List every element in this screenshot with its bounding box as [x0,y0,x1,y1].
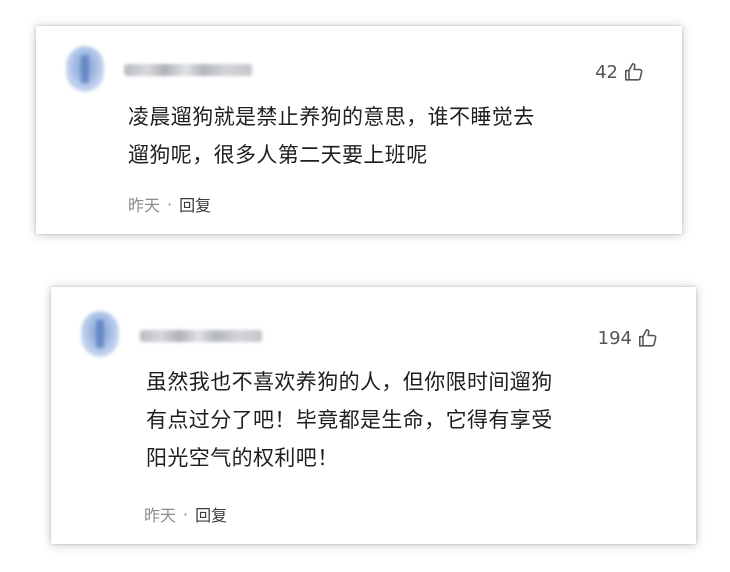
comment-meta: 昨天 · 回复 [128,192,211,216]
comment-text: 凌晨遛狗就是禁止养狗的意思，谁不睡觉去 遛狗呢，很多人第二天要上班呢 [128,98,535,174]
reply-button[interactable]: 回复 [195,502,227,526]
comment-line: 遛狗呢，很多人第二天要上班呢 [128,143,428,167]
comment-line: 有点过分了吧！毕竟都是生命，它得有享受 [146,408,553,432]
screenshot-page: 42 凌晨遛狗就是禁止养狗的意思，谁不睡觉去 遛狗呢，很多人第二天要上班呢 昨天… [0,0,730,572]
thumbs-up-icon[interactable] [637,327,659,349]
comment-time: 昨天 [144,506,177,525]
like-counter[interactable]: 42 [595,61,645,83]
username-blurred[interactable] [140,330,262,342]
like-count: 194 [597,327,632,349]
comment-card: 42 凌晨遛狗就是禁止养狗的意思，谁不睡觉去 遛狗呢，很多人第二天要上班呢 昨天… [36,26,682,234]
username-blurred[interactable] [124,64,252,76]
comment-line: 阳光空气的权利吧！ [146,446,339,470]
comment-meta: 昨天 · 回复 [144,502,227,526]
meta-separator: · [183,504,189,524]
comment-card: 194 虽然我也不喜欢养狗的人，但你限时间遛狗 有点过分了吧！毕竟都是生命，它得… [51,287,696,544]
comment-line: 虽然我也不喜欢养狗的人，但你限时间遛狗 [146,370,553,394]
comment-line: 凌晨遛狗就是禁止养狗的意思，谁不睡觉去 [128,105,535,129]
avatar[interactable] [81,311,119,357]
meta-separator: · [167,194,173,214]
comment-time: 昨天 [128,196,161,215]
reply-button[interactable]: 回复 [179,192,211,216]
thumbs-up-icon[interactable] [623,61,645,83]
like-counter[interactable]: 194 [598,327,659,349]
like-count: 42 [595,61,618,83]
avatar[interactable] [66,46,104,92]
comment-text: 虽然我也不喜欢养狗的人，但你限时间遛狗 有点过分了吧！毕竟都是生命，它得有享受 … [146,363,553,477]
